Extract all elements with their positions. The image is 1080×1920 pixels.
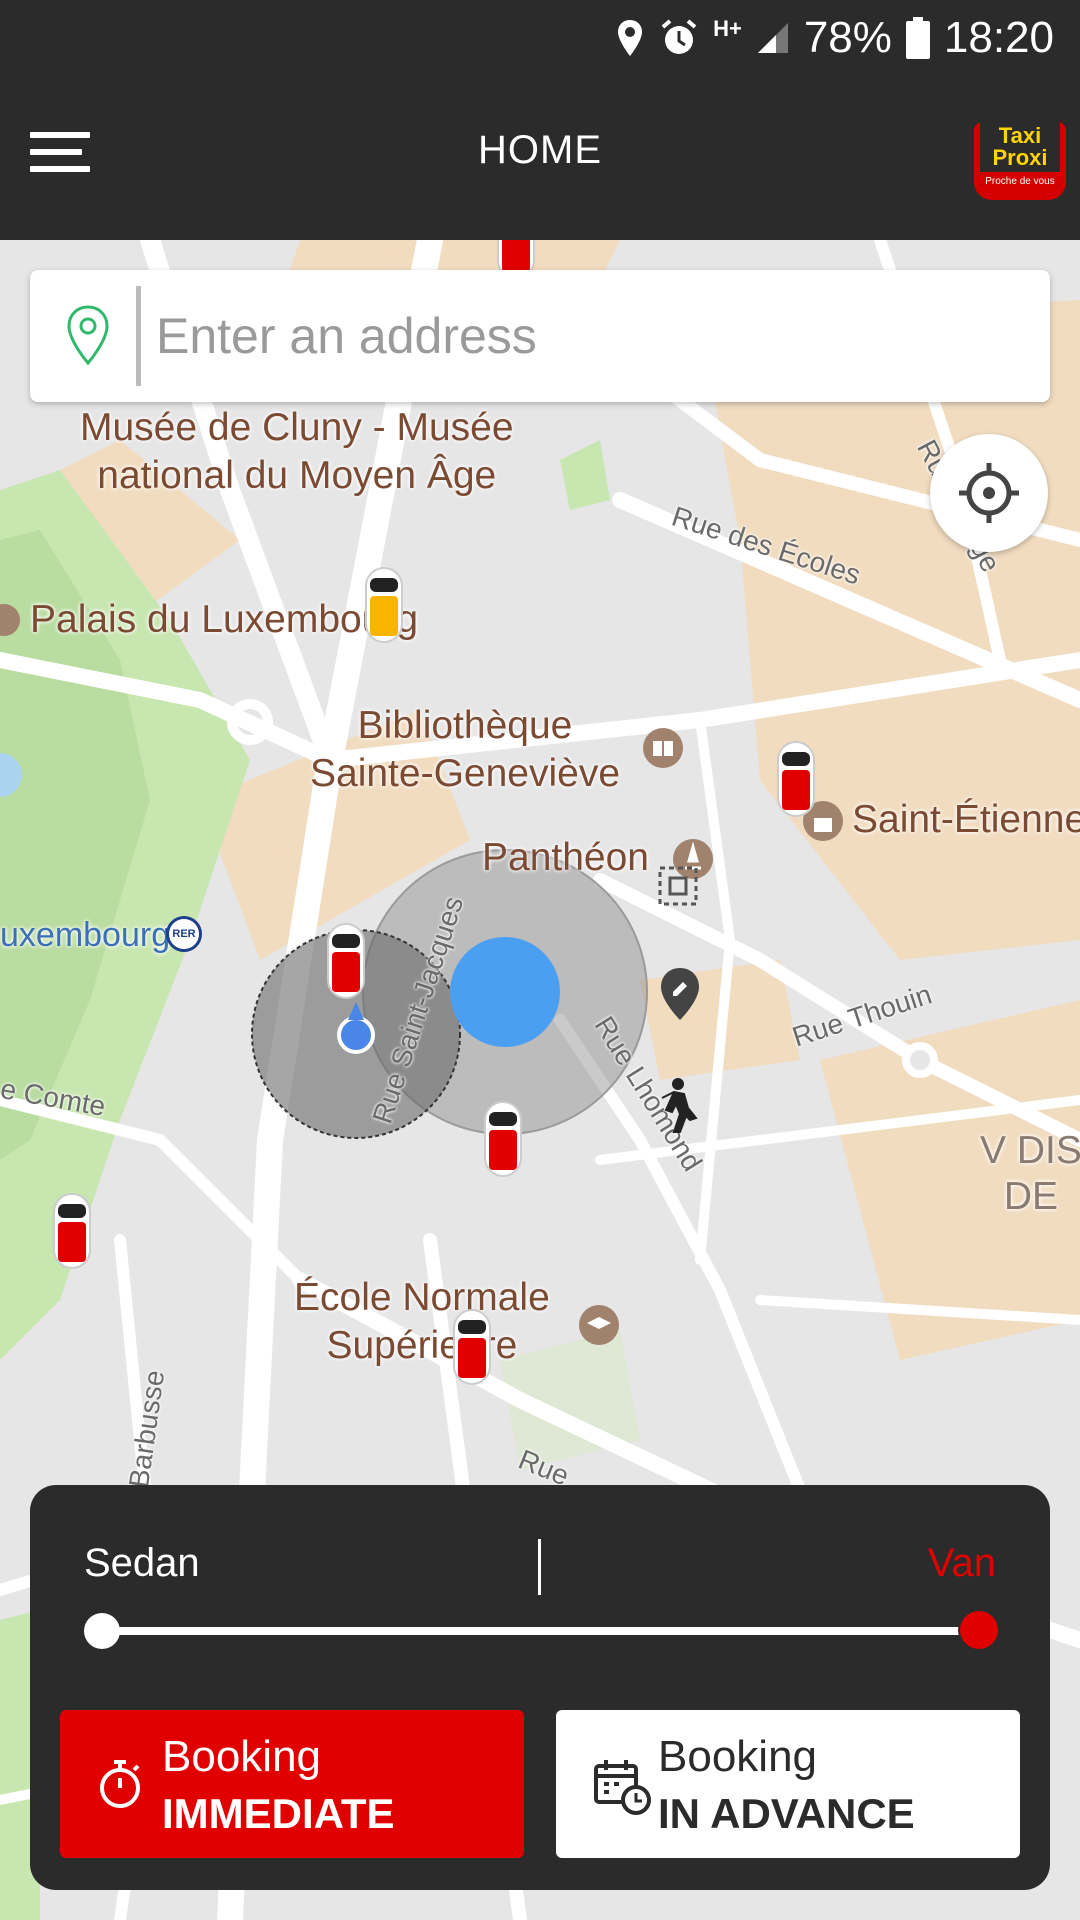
place-label-pantheon: Panthéon <box>482 836 649 879</box>
indoor-map-icon <box>658 866 698 906</box>
vehicle-option-sedan[interactable]: Sedan <box>84 1541 200 1586</box>
page-title: HOME <box>478 128 602 172</box>
place-label-palais-luxembourg: Palais du Luxembourg <box>30 598 419 641</box>
signal-icon <box>757 23 788 53</box>
vehicle-slider-track[interactable] <box>102 1627 980 1635</box>
vehicle-option-divider <box>538 1539 541 1595</box>
app-bar: HOME Taxi Proxi Proche de vous <box>0 76 1080 240</box>
battery-icon <box>905 17 930 59</box>
booking-immediate-button[interactable]: Booking IMMEDIATE <box>60 1710 524 1858</box>
search-divider <box>136 286 141 386</box>
clock: 18:20 <box>943 13 1054 62</box>
museum-icon <box>0 604 20 636</box>
calendar-clock-icon <box>594 1760 651 1815</box>
walking-person-icon <box>661 1078 698 1133</box>
address-input[interactable] <box>156 292 1016 380</box>
taxi-car-icon[interactable] <box>364 566 404 644</box>
taxi-car-icon[interactable] <box>776 740 816 818</box>
booking-immediate-type: IMMEDIATE <box>162 1790 395 1837</box>
alarm-icon <box>661 19 697 54</box>
crosshair-icon <box>959 463 1019 523</box>
library-icon <box>643 728 683 768</box>
rer-badge: RER <box>166 916 202 952</box>
booking-in-advance-button[interactable]: Booking IN ADVANCE <box>556 1710 1020 1858</box>
network-type: H+ <box>713 16 742 41</box>
place-label-cluny: Musée de Cluny - Musée national du Moyen… <box>80 406 514 497</box>
booking-immediate-label: Booking <box>162 1732 322 1781</box>
district-label: V DIS DE <box>980 1129 1080 1218</box>
place-label-ens: École Normale Supérieure <box>294 1276 550 1367</box>
edit-pin-icon[interactable] <box>658 966 702 1022</box>
taxi-car-icon[interactable] <box>52 1192 92 1270</box>
vehicle-slider-start-knob <box>84 1613 120 1649</box>
battery-percent: 78% <box>803 13 892 62</box>
booking-in-advance-label: Booking <box>658 1732 818 1781</box>
status-bar: H+ 78% 18:20 <box>0 0 1080 76</box>
location-pin-icon <box>67 305 109 366</box>
address-search-bar <box>30 270 1050 402</box>
place-label-bibliotheque: Bibliothèque Sainte-Geneviève <box>310 704 621 795</box>
vehicle-slider-handle[interactable] <box>960 1611 998 1649</box>
taxi-car-icon[interactable] <box>452 1308 492 1386</box>
vehicle-option-van[interactable]: Van <box>928 1541 996 1586</box>
taxi-car-icon[interactable] <box>483 1100 523 1178</box>
brand-logo: Taxi Proxi Proche de vous <box>974 122 1066 200</box>
booking-in-advance-type: IN ADVANCE <box>658 1790 915 1837</box>
location-icon <box>618 20 643 56</box>
stopwatch-icon <box>100 1760 140 1808</box>
school-icon <box>579 1305 619 1345</box>
my-location-button[interactable] <box>930 434 1048 552</box>
booking-panel: Sedan Van Booking IMMEDIATE Booking IN A… <box>30 1485 1050 1890</box>
place-label-luxembourg-rer: uxembourg <box>0 916 171 954</box>
place-label-saint-etienne: Saint-Étienne <box>852 798 1080 841</box>
taxi-car-icon[interactable] <box>326 922 366 1000</box>
